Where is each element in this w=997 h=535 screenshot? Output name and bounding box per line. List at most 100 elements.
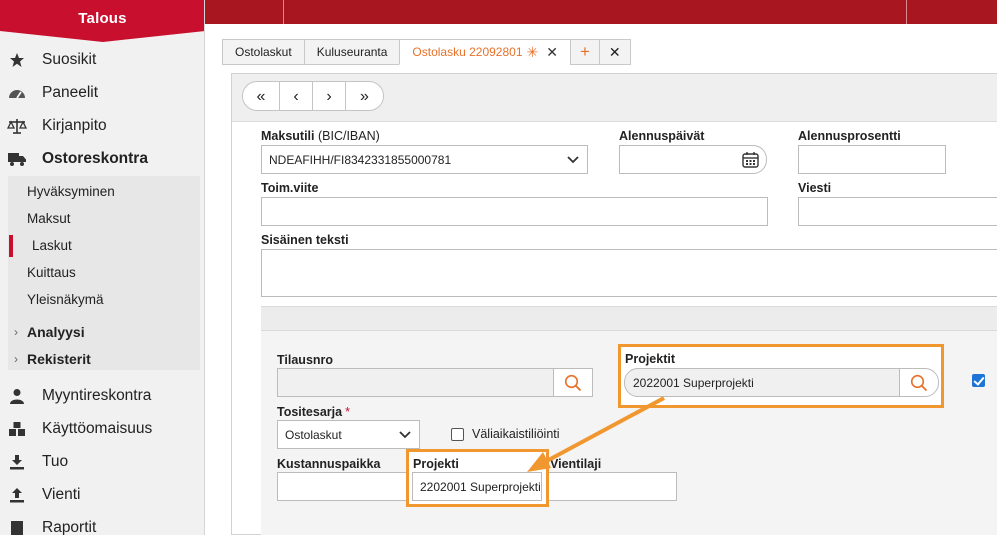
close-tab-icon[interactable]: ✕ xyxy=(546,44,558,61)
sidebar-item-kayttoomaisuus[interactable]: Käyttöomaisuus xyxy=(0,414,204,444)
sidebar-item-label: Myyntireskontra xyxy=(42,387,152,404)
first-record-button[interactable]: « xyxy=(243,82,280,110)
sidebar-subitem-label: Laskut xyxy=(32,237,72,253)
invoice-form: Maksutili (BIC/IBAN) NDEAFIHH/FI83423318… xyxy=(232,122,997,535)
document-panel: « ‹ › » Maksutili (BIC/IBAN) NDEAFIHH/FI… xyxy=(231,73,997,535)
top-bar-divider xyxy=(906,0,907,24)
tab-strip: Ostolaskut Kuluseuranta Ostolasku 220928… xyxy=(222,39,631,65)
sidebar-item-label: Suosikit xyxy=(42,51,97,68)
projektit-input[interactable]: 2022001 Superprojekti xyxy=(624,368,900,397)
projektit-checkbox[interactable] xyxy=(972,374,985,387)
sidebar-subitem-label: Maksut xyxy=(27,210,71,226)
tilausnro-label: Tilausnro xyxy=(277,353,334,367)
alennusprosentti-label: Alennusprosentti xyxy=(798,129,901,143)
top-bar-divider xyxy=(283,0,284,24)
search-icon xyxy=(910,374,928,391)
projektit-value: 2022001 Superprojekti xyxy=(633,375,754,390)
tab-label: Ostolaskut xyxy=(235,45,292,59)
sidebar-item-label: Käyttöomaisuus xyxy=(42,420,153,437)
scales-icon xyxy=(7,116,27,136)
sidebar-item-label: Kirjanpito xyxy=(42,117,107,134)
projektit-label: Projektit xyxy=(625,352,676,366)
module-header[interactable]: Talous xyxy=(0,0,204,42)
sidebar-item-paneelit[interactable]: Paneelit xyxy=(0,78,204,108)
sidebar-item-label: Paneelit xyxy=(42,84,99,101)
previous-record-button[interactable]: ‹ xyxy=(280,82,313,110)
sidebar-subitem-kuittaus[interactable]: Kuittaus xyxy=(8,260,200,284)
valiaikaistiliointi-label: Väliaikaistiliöinti xyxy=(472,427,560,441)
top-bar xyxy=(205,0,997,24)
vientilaji-input[interactable] xyxy=(542,472,677,501)
sidebar-group-label: Analyysi xyxy=(27,324,85,340)
import-icon xyxy=(7,452,27,472)
tab-ostolaskut[interactable]: Ostolaskut xyxy=(222,39,304,65)
record-pager: « ‹ › » xyxy=(242,81,384,111)
tilausnro-search-button[interactable] xyxy=(553,368,593,397)
maksutili-label: Maksutili (BIC/IBAN) xyxy=(261,129,380,143)
chevron-right-icon: › xyxy=(14,325,18,339)
star-icon xyxy=(7,50,27,70)
sidebar-group-label: Rekisterit xyxy=(27,351,91,367)
ostoreskontra-submenu: Hyväksyminen Maksut Laskut Kuittaus Ylei… xyxy=(8,176,200,370)
sidebar: Talous Suosikit Paneelit Kirjanpito Osto… xyxy=(0,0,205,535)
boxes-icon xyxy=(7,419,27,439)
tilausnro-input[interactable] xyxy=(277,368,554,397)
next-record-button[interactable]: › xyxy=(313,82,346,110)
sidebar-subitem-laskut[interactable]: Laskut xyxy=(8,233,200,257)
record-toolbar: « ‹ › » xyxy=(232,74,997,122)
sidebar-item-ostoreskontra[interactable]: Ostoreskontra xyxy=(0,144,204,174)
tab-ostolasku[interactable]: Ostolasku 22092801 ✳ ✕ xyxy=(399,39,570,65)
valiaikaistiliointi-checkbox[interactable] xyxy=(451,428,464,441)
sidebar-subitem-hyvaksyminen[interactable]: Hyväksyminen xyxy=(8,179,200,203)
kustannuspaikka-input[interactable] xyxy=(277,472,420,501)
toim-viite-label: Toim.viite xyxy=(261,181,319,195)
tab-label: Ostolasku 22092801 xyxy=(412,45,523,59)
vientilaji-label: Vientilaji xyxy=(550,457,602,471)
tab-kuluseuranta[interactable]: Kuluseuranta xyxy=(303,39,400,65)
chevron-right-icon: › xyxy=(14,352,18,366)
sidebar-subitem-maksut[interactable]: Maksut xyxy=(8,206,200,230)
gauge-icon xyxy=(7,83,27,103)
tositesarja-label: Tositesarja * xyxy=(277,405,350,419)
sidebar-group-rekisterit[interactable]: › Rekisterit xyxy=(8,347,200,371)
sidebar-item-kirjanpito[interactable]: Kirjanpito xyxy=(0,111,204,141)
report-icon xyxy=(7,518,27,535)
chevron-down-icon xyxy=(567,153,579,167)
sisainen-teksti-textarea[interactable] xyxy=(261,249,997,297)
add-tab-button[interactable]: + xyxy=(569,39,599,65)
close-all-tabs-button[interactable]: ✕ xyxy=(598,39,631,65)
projekti-value: 2202001 Superprojekti xyxy=(420,479,541,494)
alennuspaivat-input[interactable] xyxy=(619,145,767,174)
sidebar-item-suosikit[interactable]: Suosikit xyxy=(0,45,204,75)
sidebar-item-tuo[interactable]: Tuo xyxy=(0,447,204,477)
viesti-label: Viesti xyxy=(798,181,832,195)
toim-viite-input[interactable] xyxy=(261,197,768,226)
sidebar-subitem-label: Hyväksyminen xyxy=(27,183,115,199)
calendar-icon[interactable] xyxy=(742,151,759,171)
projekti-input[interactable]: 2202001 Superprojekti xyxy=(412,472,542,501)
tositesarja-select[interactable]: Ostolaskut xyxy=(277,420,420,449)
maksutili-select[interactable]: NDEAFIHH/FI8342331855000781 xyxy=(261,145,588,174)
sidebar-item-vienti[interactable]: Vienti xyxy=(0,480,204,510)
last-record-button[interactable]: » xyxy=(346,82,383,110)
person-icon xyxy=(7,386,27,406)
truck-icon xyxy=(7,149,27,169)
sisainen-teksti-label: Sisäinen teksti xyxy=(261,233,349,247)
sidebar-item-raportit[interactable]: Raportit xyxy=(0,513,204,535)
tab-label: Kuluseuranta xyxy=(316,45,388,59)
sidebar-subitem-label: Yleisnäkymä xyxy=(27,291,104,307)
sidebar-group-analyysi[interactable]: › Analyysi xyxy=(8,320,200,344)
tositesarja-value: Ostolaskut xyxy=(285,427,342,442)
sidebar-item-myyntireskontra[interactable]: Myyntireskontra xyxy=(0,381,204,411)
sidebar-item-label: Ostoreskontra xyxy=(42,150,148,167)
main-area: Ostolaskut Kuluseuranta Ostolasku 220928… xyxy=(205,24,997,535)
alennusprosentti-input[interactable] xyxy=(798,145,946,174)
projektit-search-button[interactable] xyxy=(899,368,939,397)
viesti-input[interactable] xyxy=(798,197,997,226)
sidebar-item-label: Raportit xyxy=(42,519,97,535)
search-icon xyxy=(564,374,582,391)
sidebar-subitem-yleisnakyma[interactable]: Yleisnäkymä xyxy=(8,287,200,311)
kustannuspaikka-label: Kustannuspaikka xyxy=(277,457,381,471)
module-title: Talous xyxy=(78,10,127,27)
export-icon xyxy=(7,485,27,505)
